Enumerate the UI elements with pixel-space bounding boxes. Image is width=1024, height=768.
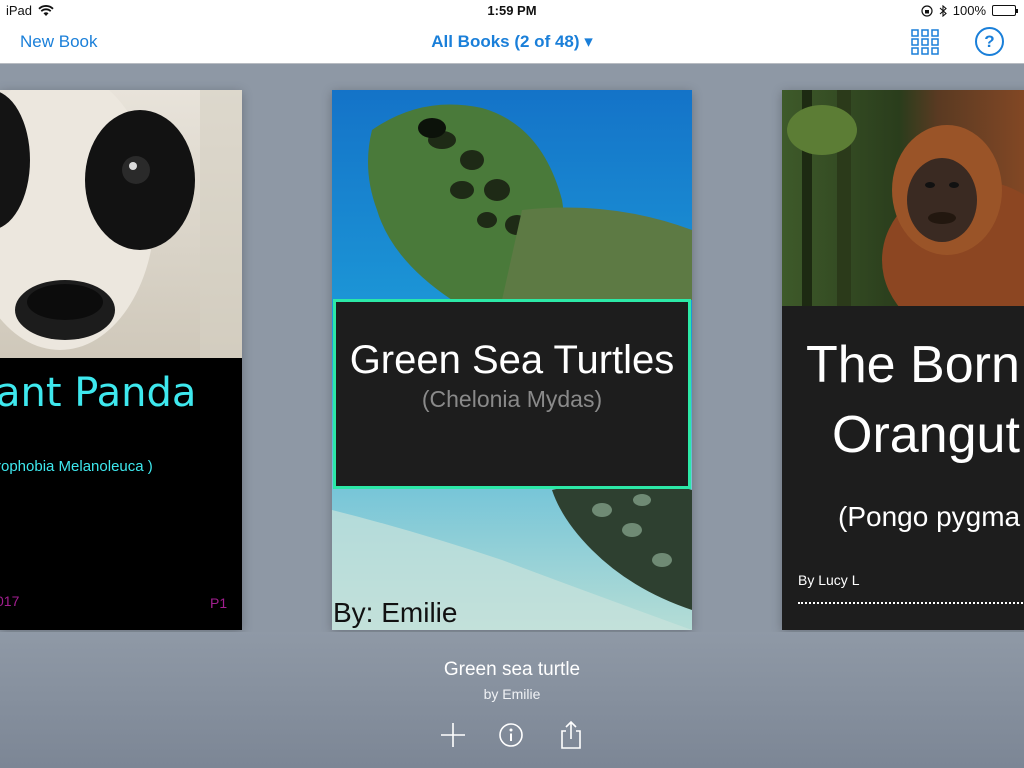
book-page-label: P1 (210, 595, 228, 611)
book-cover-turtle[interactable]: Green Sea Turtles (Chelonia Mydas) By: E… (332, 90, 692, 630)
book-subtitle: (Pongo pygma (838, 501, 1021, 532)
dotted-divider (798, 602, 1024, 604)
grid-view-icon[interactable] (911, 29, 939, 55)
book-cover-panda[interactable]: ant Panda rophobia Melanoleuca ) 017 P1 (0, 90, 242, 630)
status-bar: iPad 1:59 PM 100% (0, 0, 1024, 20)
book-subtitle: (Chelonia Mydas) (421, 386, 603, 412)
navigation-bar: New Book All Books (2 of 48) ▾ ? (0, 20, 1024, 64)
battery-percent: 100% (952, 3, 986, 18)
book-author-line: By: Emilie (333, 597, 458, 628)
info-icon[interactable] (496, 720, 526, 750)
all-books-dropdown[interactable]: All Books (2 of 48) ▾ (431, 32, 593, 51)
book-year: 017 (0, 593, 20, 609)
book-title: The Born Orangut (806, 330, 1020, 470)
help-button[interactable]: ? (975, 27, 1004, 56)
bluetooth-icon (939, 4, 947, 17)
book-title-line1: The Born (806, 336, 1020, 394)
book-title-line2: Orangut (832, 406, 1020, 464)
book-carousel[interactable]: ant Panda rophobia Melanoleuca ) 017 P1 (0, 65, 1024, 632)
plus-icon[interactable] (438, 720, 468, 750)
new-book-button[interactable]: New Book (20, 32, 97, 52)
orangutan-photo (782, 90, 1024, 306)
orientation-lock-icon (921, 4, 933, 17)
books-filter-title: All Books (2 of 48) ▾ (0, 32, 1024, 52)
share-icon[interactable] (556, 720, 586, 750)
book-author-line: By Lucy L (798, 572, 860, 588)
status-time: 1:59 PM (487, 3, 537, 18)
panda-photo (0, 90, 242, 358)
selected-book-author: by Emilie (483, 686, 541, 702)
selected-book-info: Green sea turtle by Emilie (0, 632, 1024, 768)
book-title: ant Panda (0, 370, 197, 416)
battery-icon (992, 5, 1018, 16)
book-title: Green Sea Turtles (349, 338, 675, 382)
title-box: Green Sea Turtles (Chelonia Mydas) (333, 299, 691, 489)
selected-book-title: Green sea turtle (443, 659, 581, 680)
book-cover-orangutan[interactable]: The Born Orangut (Pongo pygma By Lucy L (782, 90, 1024, 630)
book-subtitle: rophobia Melanoleuca ) (0, 458, 153, 475)
